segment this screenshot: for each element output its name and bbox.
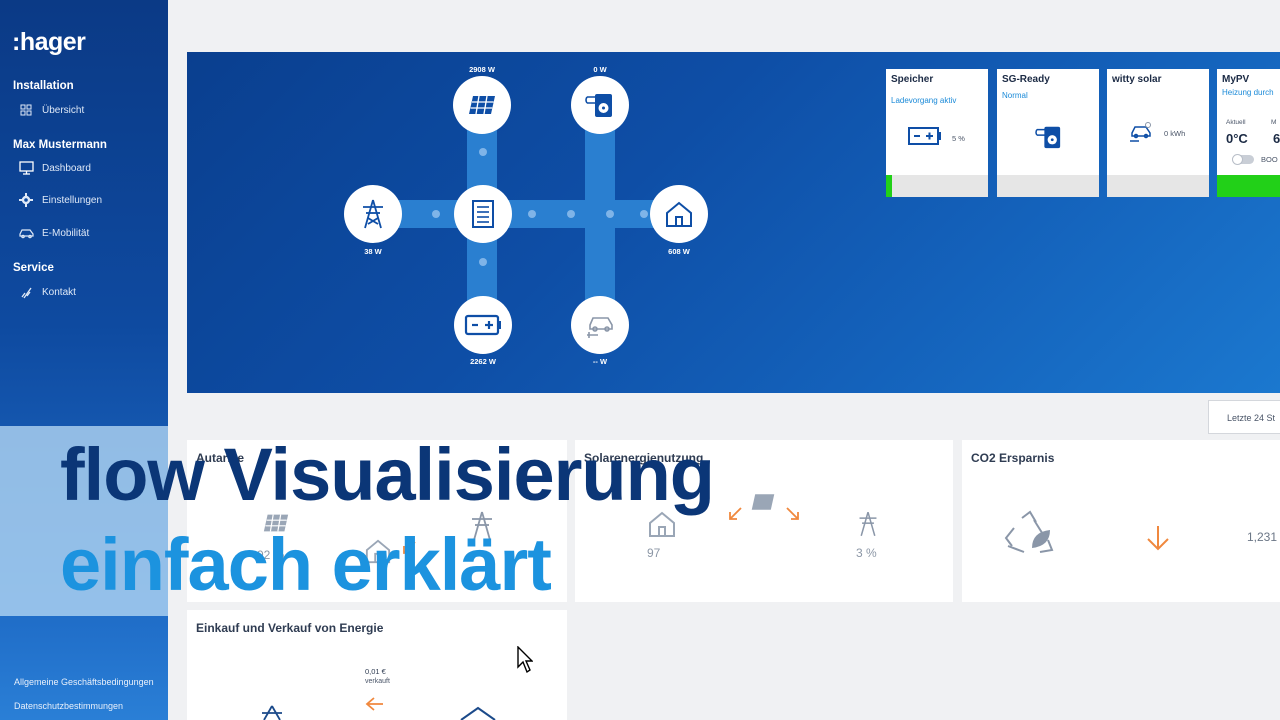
power-mast-icon xyxy=(363,199,383,229)
ev-node[interactable] xyxy=(571,296,629,354)
trade-price-label: verkauft xyxy=(365,678,390,685)
solar-node[interactable] xyxy=(453,76,511,134)
power-mast-icon xyxy=(262,705,282,720)
section-service: Service xyxy=(13,262,54,274)
grid-icon xyxy=(18,102,34,118)
card-value: 5 % xyxy=(952,134,965,143)
flow-dot xyxy=(528,210,536,218)
current-label: Aktuell xyxy=(1226,119,1246,126)
card-status: Ladevorgang aktiv xyxy=(891,96,957,105)
sidebar-item-uebersicht[interactable]: Übersicht xyxy=(18,102,84,118)
hager-logo[interactable]: :hager xyxy=(12,28,86,57)
car-icon xyxy=(18,225,34,241)
section-user: Max Mustermann xyxy=(13,139,107,151)
footer-link-datenschutz[interactable]: Datenschutzbestimmungen xyxy=(14,701,123,711)
arrow-down-icon xyxy=(1147,526,1169,551)
flow-dot xyxy=(606,210,614,218)
tile-co2-ersparnis: CO2 Ersparnis 1,231 xyxy=(962,440,1280,602)
sidebar-item-einstellungen[interactable]: Einstellungen xyxy=(18,192,102,208)
phone-icon xyxy=(18,284,34,300)
grid-power-label: 38 W xyxy=(364,247,382,256)
device-card-wittysolar[interactable]: witty solar 0 kWh xyxy=(1107,69,1209,197)
ev-charger-icon xyxy=(1130,122,1151,142)
mouse-cursor-icon xyxy=(517,646,533,674)
card-status: Heizung durch xyxy=(1222,88,1274,97)
flow-dot xyxy=(432,210,440,218)
sidebar-item-label: Kontakt xyxy=(42,286,76,298)
card-title: witty solar xyxy=(1112,74,1162,85)
house-icon xyxy=(460,706,496,720)
overlay-title-line2: einfach erklärt xyxy=(60,523,552,606)
flow-dot xyxy=(479,148,487,156)
sidebar-item-label: Dashboard xyxy=(42,162,91,174)
trade-price: 0,01 € xyxy=(365,667,386,676)
card-status-bar xyxy=(886,175,988,197)
arrow-down-right-icon xyxy=(786,507,799,520)
card-status: Normal xyxy=(1002,91,1028,100)
card-title: MyPV xyxy=(1222,74,1250,85)
battery-node[interactable] xyxy=(454,296,512,354)
solar-power-label: 2908 W xyxy=(469,65,495,74)
flow-dot xyxy=(567,210,575,218)
sidebar-item-label: E-Mobilität xyxy=(42,227,90,239)
heat-pump-icon xyxy=(1035,126,1061,149)
card-title: SG-Ready xyxy=(1002,74,1050,85)
flow-dot xyxy=(640,210,648,218)
flow-dot xyxy=(479,258,487,266)
meter-node[interactable] xyxy=(454,185,512,243)
ev-car-icon xyxy=(587,317,613,338)
overlay-title-line1: flow Visualisierung xyxy=(60,433,715,516)
power-mast-icon xyxy=(859,511,877,537)
solar-panel-icon xyxy=(751,494,775,510)
monitor-icon xyxy=(18,160,34,176)
grid-node[interactable] xyxy=(344,185,402,243)
solar-panel-icon xyxy=(469,95,495,115)
card-status-bar-fill xyxy=(1217,175,1280,197)
current-value: 0°C xyxy=(1226,131,1248,146)
sidebar-item-label: Übersicht xyxy=(42,104,85,116)
app-window: :hager Installation Übersicht Max Muster… xyxy=(0,0,1280,720)
sidebar-item-dashboard[interactable]: Dashboard xyxy=(18,160,91,176)
sidebar-item-kontakt[interactable]: Kontakt xyxy=(18,284,76,300)
arrow-left-icon xyxy=(365,697,383,711)
heat-power-label: 0 W xyxy=(593,65,607,74)
tile-title: Einkauf und Verkauf von Energie xyxy=(196,621,384,635)
house-power-label: 608 W xyxy=(668,247,690,256)
section-installation: Installation xyxy=(13,80,74,92)
card-value: 0 kWh xyxy=(1164,129,1186,138)
sidebar-item-label: Einstellungen xyxy=(42,194,103,206)
device-card-speicher[interactable]: Speicher Ladevorgang aktiv 5 % xyxy=(886,69,988,197)
tile-einkauf-verkauf: Einkauf und Verkauf von Energie 0,01 € v… xyxy=(187,610,567,720)
house-icon xyxy=(666,201,692,227)
card-title: Speicher xyxy=(891,74,934,85)
card-status-bar xyxy=(1107,175,1209,197)
extra-value: 6 xyxy=(1273,131,1280,146)
arrow-down-left-icon xyxy=(729,507,742,520)
footer-link-agb[interactable]: Allgemeine Geschäftsbedingungen xyxy=(14,677,154,687)
sidebar-item-emobilitaet[interactable]: E-Mobilität xyxy=(18,225,89,241)
ev-power-label: -- W xyxy=(592,357,608,366)
house-node[interactable] xyxy=(650,185,708,243)
card-status-bar-fill xyxy=(886,175,892,197)
extra-label: M xyxy=(1271,119,1277,126)
recycle-leaf-icon xyxy=(1004,510,1054,553)
card-status-bar xyxy=(997,175,1099,197)
solar-usage-value: 97 xyxy=(647,546,661,560)
meter-icon xyxy=(472,200,494,228)
boost-toggle[interactable] xyxy=(1232,154,1254,165)
battery-power-label: 2262 W xyxy=(470,357,496,366)
gear-icon xyxy=(18,192,34,208)
boost-label: BOO xyxy=(1261,155,1278,164)
time-range-select[interactable]: Letzte 24 St xyxy=(1208,400,1280,434)
tile-title: CO2 Ersparnis xyxy=(971,451,1055,465)
device-card-mypv[interactable]: MyPV Heizung durch Aktuell M 0°C 6 BOO xyxy=(1217,69,1280,197)
solar-grid-value: 3 % xyxy=(856,546,877,560)
battery-icon xyxy=(908,127,941,145)
toggle-knob xyxy=(1232,154,1243,165)
co2-value: 1,231 xyxy=(1247,530,1278,544)
device-card-sgready[interactable]: SG-Ready Normal xyxy=(997,69,1099,197)
battery-icon xyxy=(464,314,501,336)
heat-pump-icon xyxy=(585,94,612,117)
heatpump-node[interactable] xyxy=(571,76,629,134)
